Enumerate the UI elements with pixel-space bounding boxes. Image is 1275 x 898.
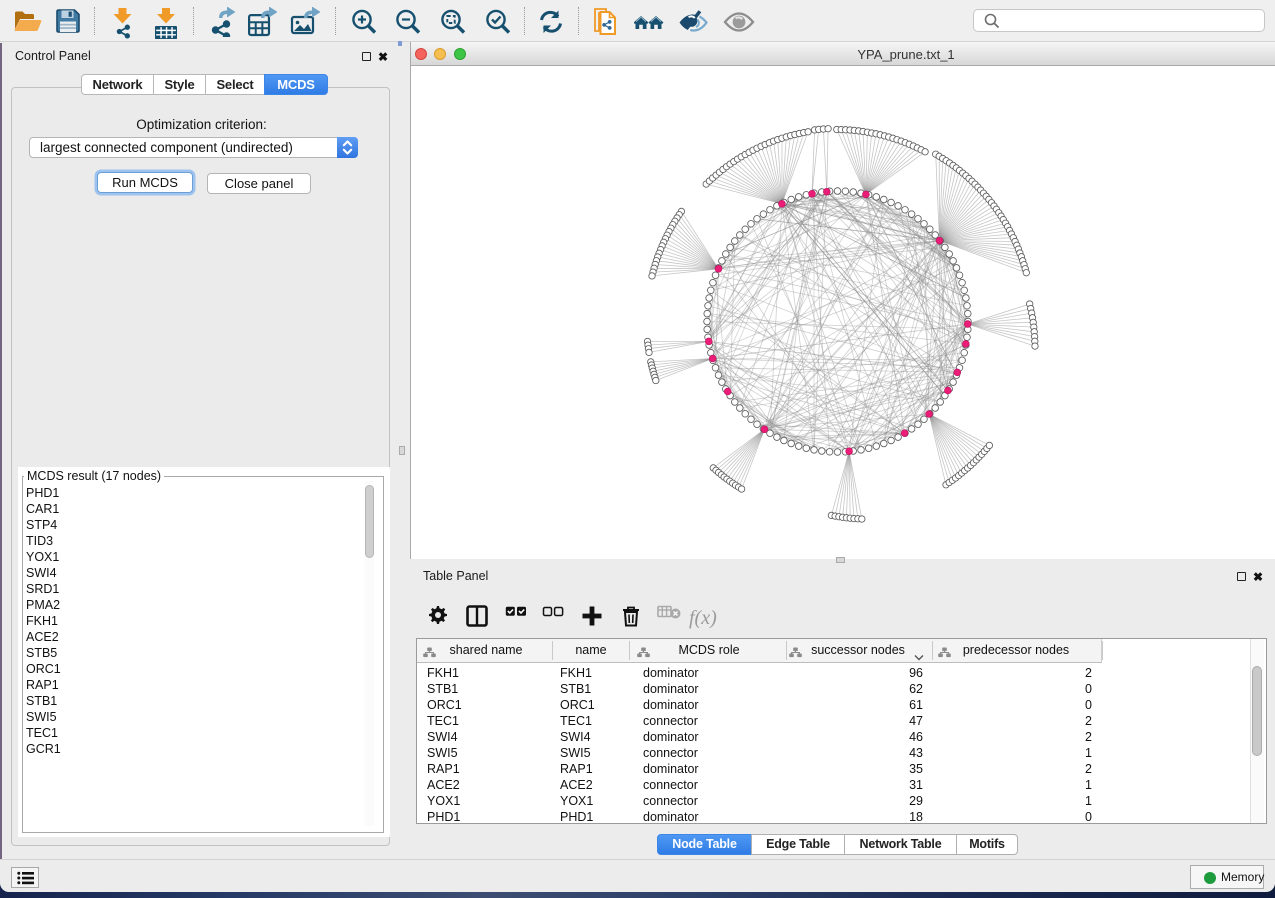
svg-text:f(x): f(x)	[689, 607, 717, 629]
